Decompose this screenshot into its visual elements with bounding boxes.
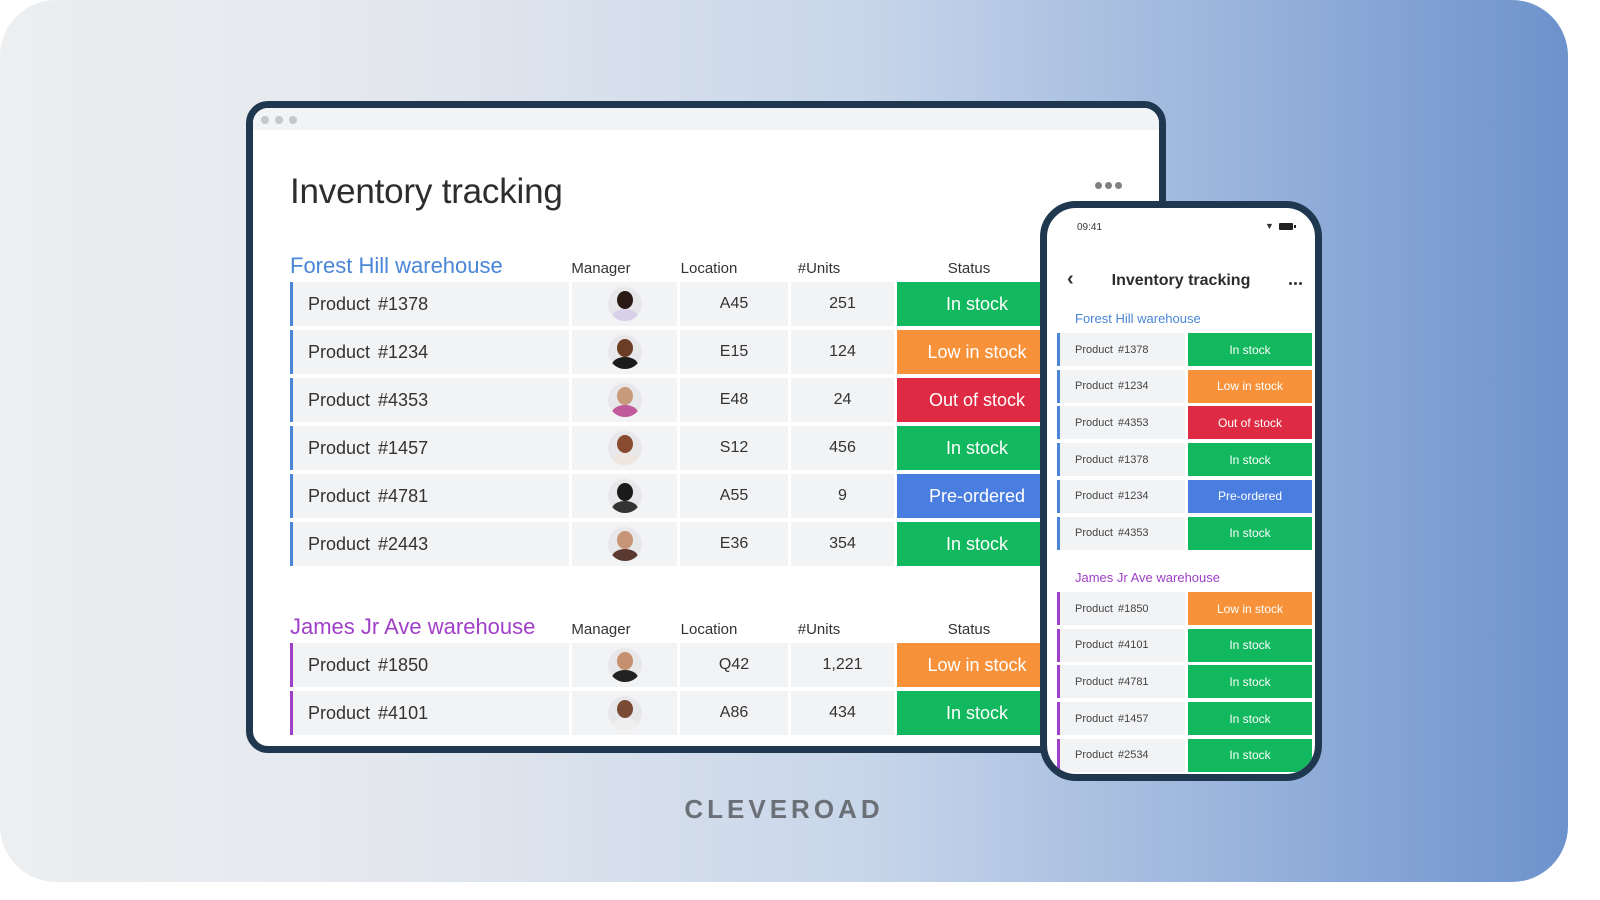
units-cell[interactable]: 1,221 [791,643,894,687]
status-badge[interactable]: In stock [1188,665,1312,699]
status-badge[interactable]: Low in stock [897,643,1057,687]
status-badge[interactable]: In stock [1188,702,1312,736]
manager-avatar [607,527,642,561]
status-badge[interactable]: In stock [897,691,1057,735]
status-badge[interactable]: Out of stock [1188,406,1312,440]
location-cell[interactable]: A86 [680,691,788,735]
product-name[interactable]: Product #4781 [1060,665,1185,699]
group-title[interactable]: Forest Hill warehouse [290,253,503,279]
window-dot-minimize[interactable] [275,116,283,124]
manager-cell[interactable] [572,378,677,422]
location-cell[interactable]: E48 [680,378,788,422]
location-cell[interactable]: A45 [680,282,788,326]
location-cell[interactable]: E36 [680,522,788,566]
manager-avatar [607,696,642,730]
units-cell[interactable]: 124 [791,330,894,374]
product-name[interactable]: Product #2534 [1060,738,1185,772]
product-name[interactable]: Product #1234 [1060,369,1185,403]
product-name[interactable]: Product #4353 [1060,406,1185,440]
status-badge[interactable]: In stock [1188,738,1312,772]
phone-frame: 09:41 ▼ ‹ Inventory tracking Forest Hill… [1040,201,1322,781]
product-name[interactable]: Product #4781 [293,474,569,518]
product-name[interactable]: Product #4353 [293,378,569,422]
product-name[interactable]: Product #4101 [1060,628,1185,662]
column-header-manager[interactable]: Manager [551,621,651,638]
product-name[interactable]: Product #1850 [293,643,569,687]
product-name[interactable]: Product #1234 [293,330,569,374]
location-cell[interactable]: Q42 [680,643,788,687]
status-badge[interactable]: Low in stock [1188,369,1312,403]
status-badge[interactable]: Low in stock [1188,592,1312,625]
column-header-location[interactable]: Location [659,621,759,638]
status-badge[interactable]: Pre-ordered [1188,479,1312,513]
group-title[interactable]: James Jr Ave warehouse [290,614,535,640]
more-horizontal-icon[interactable] [1289,282,1302,285]
phone-page-title: Inventory tracking [1111,272,1251,289]
manager-avatar [607,479,642,513]
status-badge[interactable]: In stock [1188,333,1312,366]
manager-avatar [607,383,642,417]
manager-cell[interactable] [572,330,677,374]
product-name[interactable]: Product #1850 [1060,592,1185,625]
status-badge[interactable]: Pre-ordered [897,474,1057,518]
units-cell[interactable]: 434 [791,691,894,735]
product-name[interactable]: Product #1457 [293,426,569,470]
status-badge[interactable]: Low in stock [897,330,1057,374]
battery-icon [1279,223,1296,230]
location-cell[interactable]: S12 [680,426,788,470]
column-header-status[interactable]: Status [919,260,1019,277]
manager-avatar [607,335,642,369]
product-name[interactable]: Product #2443 [293,522,569,566]
window-dot-maximize[interactable] [289,116,297,124]
phone-group-title[interactable]: Forest Hill warehouse [1075,311,1201,326]
manager-avatar [607,431,642,465]
manager-cell[interactable] [572,282,677,326]
status-badge[interactable]: In stock [1188,628,1312,662]
location-cell[interactable]: A55 [680,474,788,518]
product-name[interactable]: Product #4101 [293,691,569,735]
units-cell[interactable]: 251 [791,282,894,326]
wifi-icon: ▼ [1265,221,1274,231]
product-name[interactable]: Product #1378 [1060,333,1185,366]
product-name[interactable]: Product #1378 [1060,443,1185,477]
window-titlebar [253,108,1159,130]
status-badge[interactable]: In stock [897,426,1057,470]
manager-avatar [607,287,642,321]
brand-logo: CLEVEROAD [684,794,884,824]
background-panel: Inventory tracking Forest Hill warehouse… [0,0,1568,882]
units-cell[interactable]: 456 [791,426,894,470]
more-horizontal-icon[interactable] [1095,182,1122,189]
product-name[interactable]: Product #1378 [293,282,569,326]
column-header-location[interactable]: Location [659,260,759,277]
product-name[interactable]: Product #1234 [1060,479,1185,513]
status-badge[interactable]: In stock [1188,443,1312,477]
window-dot-close[interactable] [261,116,269,124]
location-cell[interactable]: E15 [680,330,788,374]
column-header-manager[interactable]: Manager [551,260,651,277]
manager-cell[interactable] [572,691,677,735]
units-cell[interactable]: 9 [791,474,894,518]
phone-group-title[interactable]: James Jr Ave warehouse [1075,570,1220,585]
page-title: Inventory tracking [290,172,563,211]
manager-avatar [607,648,642,682]
desktop-window: Inventory tracking Forest Hill warehouse… [246,101,1166,753]
units-cell[interactable]: 354 [791,522,894,566]
units-cell[interactable]: 24 [791,378,894,422]
manager-cell[interactable] [572,643,677,687]
status-badge[interactable]: In stock [1188,516,1312,550]
column-header-units[interactable]: #Units [769,260,869,277]
status-bar-time: 09:41 [1077,222,1103,233]
column-header-units[interactable]: #Units [769,621,869,638]
column-header-status[interactable]: Status [919,621,1019,638]
manager-cell[interactable] [572,426,677,470]
status-badge[interactable]: In stock [897,522,1057,566]
status-badge[interactable]: Out of stock [897,378,1057,422]
manager-cell[interactable] [572,474,677,518]
manager-cell[interactable] [572,522,677,566]
status-badge[interactable]: In stock [897,282,1057,326]
product-name[interactable]: Product #4353 [1060,516,1185,550]
product-name[interactable]: Product #1457 [1060,702,1185,736]
